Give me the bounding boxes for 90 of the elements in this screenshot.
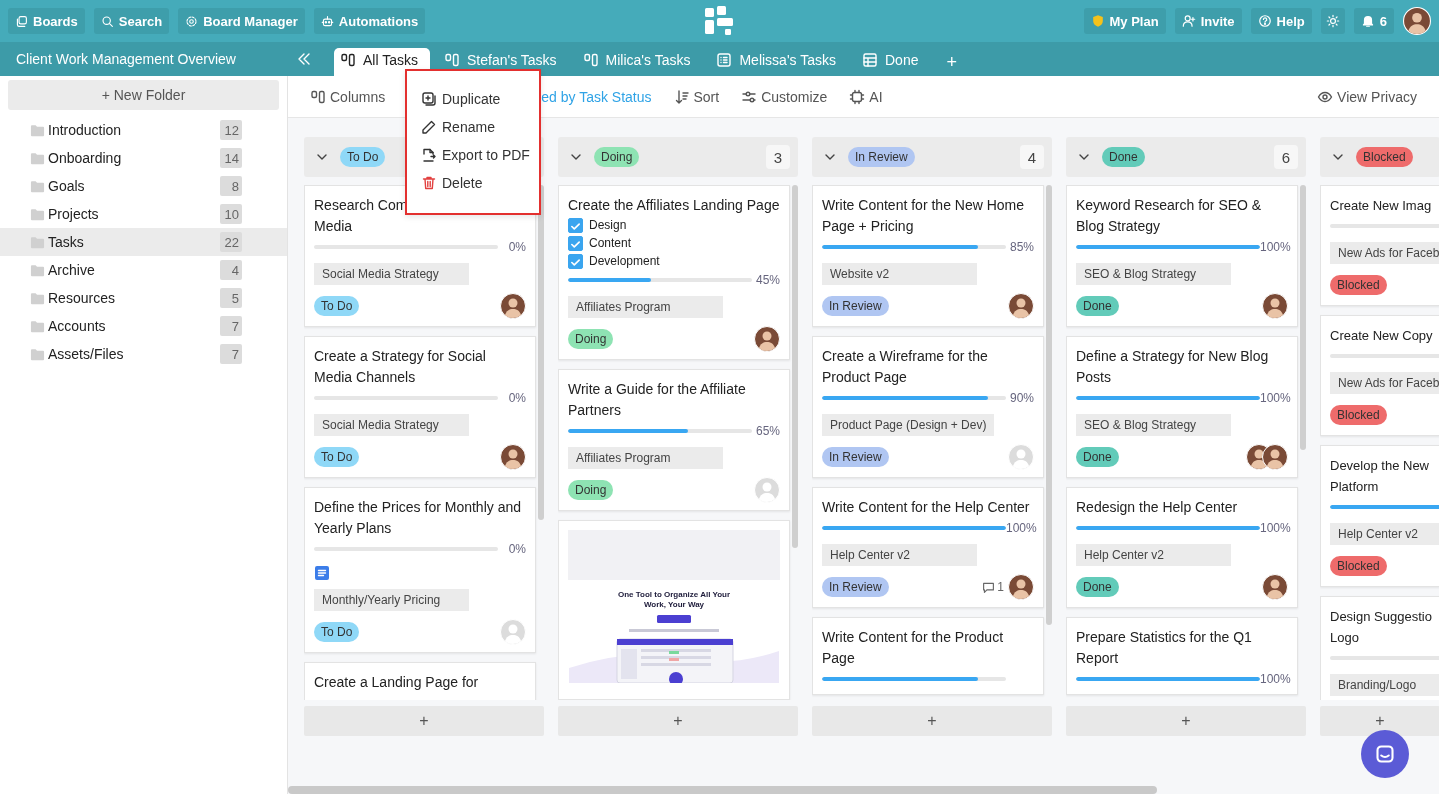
checklist-item: Development xyxy=(589,254,660,268)
board-title: Client Work Management Overview xyxy=(15,50,237,69)
column-status-label: Blocked xyxy=(1356,147,1413,167)
folder-count: 4 xyxy=(220,260,242,280)
project-tag: Affiliates Program xyxy=(568,296,723,318)
comment-count: 1 xyxy=(982,580,1004,594)
folder-name: Assets/Files xyxy=(48,346,125,362)
task-count: 3 xyxy=(766,145,790,169)
progress-percent: 85% xyxy=(1009,240,1034,254)
status-label: Done xyxy=(1076,296,1119,316)
status-label: To Do xyxy=(314,447,360,467)
status-label: In Review xyxy=(822,447,889,467)
status-label: Doing xyxy=(568,329,614,349)
project-tag: Monthly/Yearly Pricing xyxy=(314,589,469,611)
status-label: To Do xyxy=(314,296,360,316)
folder-count: 7 xyxy=(220,344,242,364)
checklist-item: Design xyxy=(589,218,627,232)
task-title: Create a Wireframe for the Product Page xyxy=(822,347,989,387)
folder-count: 12 xyxy=(220,120,242,140)
task-title: Write Content for the Help Center xyxy=(822,498,1031,517)
folder-name: Introduction xyxy=(48,122,123,138)
folder-name: Projects xyxy=(48,206,100,222)
project-tag: Help Center v2 xyxy=(822,544,977,566)
folder-name: Tasks xyxy=(48,234,85,250)
status-label: Blocked xyxy=(1330,556,1387,576)
status-label: In Review xyxy=(822,577,889,597)
task-title: Develop the New Platform xyxy=(1330,457,1430,496)
folder-name: Archive xyxy=(48,262,96,278)
project-tag: Affiliates Program xyxy=(568,447,723,469)
task-title: Create the Affiliates Landing Page xyxy=(568,196,780,215)
status-label: To Do xyxy=(314,622,360,642)
project-tag: Social Media Strategy xyxy=(314,414,469,436)
project-tag: Website v2 xyxy=(822,263,977,285)
status-label: Done xyxy=(1076,577,1119,597)
column-status-label: Doing xyxy=(594,147,640,167)
task-title: Create a Strategy for Social Media Channels xyxy=(314,347,487,387)
folder-count: 8 xyxy=(220,176,242,196)
folder-count: 10 xyxy=(220,204,242,224)
folder-count: 7 xyxy=(220,316,242,336)
progress-percent: 90% xyxy=(1009,391,1034,405)
task-title: Keyword Research for SEO & Blog Strategy xyxy=(1076,196,1263,236)
project-tag: SEO & Blog Strategy xyxy=(1076,263,1231,285)
progress-percent: 0% xyxy=(508,240,526,254)
progress-percent: 0% xyxy=(508,542,526,556)
task-title: Create a Landing Page for xyxy=(314,673,480,692)
checklist-item: Content xyxy=(589,236,632,250)
folder-name: Goals xyxy=(48,178,86,194)
task-title: Write Content for the New Home Page + Pricing xyxy=(822,196,1026,236)
progress-percent: 100% xyxy=(1006,521,1037,535)
folder-count: 22 xyxy=(220,232,242,252)
task-count: 6 xyxy=(1274,145,1298,169)
folder-name: Resources xyxy=(48,290,116,306)
status-label: Blocked xyxy=(1330,275,1387,295)
project-tag: Product Page (Design + Dev) xyxy=(822,414,995,436)
progress-percent: 100% xyxy=(1260,521,1291,535)
progress-percent: 100% xyxy=(1260,672,1291,686)
project-tag: Social Media Strategy xyxy=(314,263,469,285)
progress-percent: 65% xyxy=(755,424,780,438)
task-title: Create New Copy xyxy=(1330,327,1434,345)
task-title: Redesign the Help Center xyxy=(1076,498,1239,517)
status-label: Blocked xyxy=(1330,405,1387,425)
column-status-label: To Do xyxy=(340,147,386,167)
project-tag: New Ads for Faceb xyxy=(1330,372,1439,394)
project-tag: Branding/Logo xyxy=(1330,674,1439,696)
column-status-label: Done xyxy=(1102,147,1145,167)
project-tag: Help Center v2 xyxy=(1330,523,1439,545)
task-title: Prepare Statistics for the Q1 Report xyxy=(1076,628,1253,668)
task-title: Write Content for the Product Page xyxy=(822,628,1005,668)
task-title: Write a Guide for the Affiliate Partners xyxy=(568,380,747,420)
project-tag: Help Center v2 xyxy=(1076,544,1231,566)
progress-percent: 100% xyxy=(1260,391,1291,405)
folder-count: 5 xyxy=(220,288,242,308)
task-count: 4 xyxy=(1020,145,1044,169)
thumbnail-headline: One Tool to Organize All Your Work, Your Way xyxy=(616,590,732,610)
task-title: Define a Strategy for New Blog Posts xyxy=(1076,347,1270,387)
progress-percent: 45% xyxy=(755,273,780,287)
task-title: Define the Prices for Monthly and Yearly Plans xyxy=(314,498,522,538)
status-label: Doing xyxy=(568,480,614,500)
task-title: Create New Imag xyxy=(1330,197,1433,215)
project-tag: New Ads for Faceb xyxy=(1330,242,1439,264)
project-tag: SEO & Blog Strategy xyxy=(1076,414,1231,436)
folder-name: Onboarding xyxy=(48,150,123,166)
task-title: Design Suggestio Logo xyxy=(1330,608,1433,647)
column-status-label: In Review xyxy=(848,147,915,167)
progress-percent: 100% xyxy=(1260,240,1291,254)
progress-percent: 0% xyxy=(508,391,526,405)
status-label: In Review xyxy=(822,296,889,316)
status-label: Done xyxy=(1076,447,1119,467)
folder-count: 14 xyxy=(220,148,242,168)
folder-name: Accounts xyxy=(48,318,107,334)
